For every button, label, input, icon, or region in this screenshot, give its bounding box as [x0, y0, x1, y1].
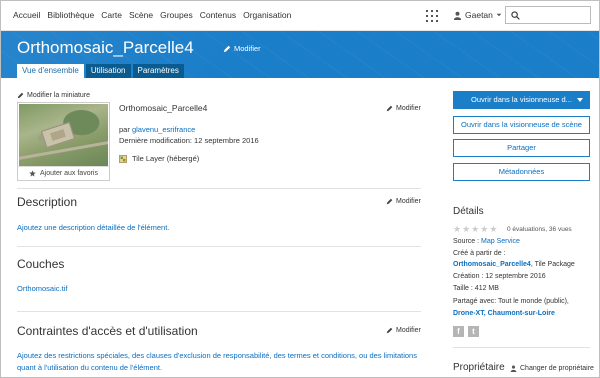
- chevron-down-icon: [496, 13, 502, 17]
- shared-line: Partagé avec: Tout le monde (public),: [453, 297, 569, 307]
- size-value: 412 MB: [474, 285, 499, 292]
- star-icon[interactable]: ★: [489, 225, 497, 234]
- user-icon: [510, 365, 517, 372]
- creation-date: Création : 12 septembre 2016: [453, 273, 546, 280]
- caret-down-icon: [577, 98, 583, 102]
- rating-stars[interactable]: ★ ★ ★ ★ ★: [453, 225, 497, 234]
- summary-title: Orthomosaic_Parcelle4: [119, 103, 208, 113]
- search-icon: [511, 11, 520, 20]
- nav-links: Accueil Bibliothèque Carte Scène Groupes…: [13, 10, 291, 20]
- owner-heading: Propriétaire: [453, 362, 505, 373]
- open-in-viewer-button[interactable]: Ouvrir dans la visionneuse d...: [453, 91, 590, 109]
- ratings-summary: 0 évaluations, 36 vues: [507, 226, 572, 233]
- star-icon[interactable]: ★: [462, 225, 470, 234]
- add-favorite-button[interactable]: Ajouter aux favoris: [18, 166, 109, 180]
- tile-layer-icon: [119, 154, 127, 163]
- details-heading: Détails: [453, 206, 484, 217]
- pencil-icon: [386, 105, 393, 112]
- add-constraints-link[interactable]: Ajoutez des restrictions spéciales, des …: [17, 350, 421, 374]
- star-icon[interactable]: ★: [453, 225, 461, 234]
- nav-link-organisation[interactable]: Organisation: [243, 10, 291, 20]
- star-icon[interactable]: ★: [480, 225, 488, 234]
- twitter-icon[interactable]: t: [468, 326, 479, 337]
- constraints-heading: Contraintes d'accès et d'utilisation: [17, 324, 198, 338]
- last-modified: Dernière modification: 12 septembre 2016: [119, 136, 259, 145]
- pencil-icon: [386, 327, 393, 334]
- search-input[interactable]: [505, 6, 591, 24]
- tab-overview[interactable]: Vue d'ensemble: [17, 64, 84, 78]
- source-label: Source :: [453, 238, 480, 245]
- item-title: Orthomosaic_Parcelle4: [17, 38, 194, 57]
- created-from-label: Créé à partir de :: [453, 250, 506, 257]
- thumbnail-image: [19, 104, 108, 166]
- star-icon[interactable]: ★: [471, 225, 479, 234]
- user-menu[interactable]: Gaetan: [453, 10, 502, 20]
- item-tabs: Vue d'ensemble Utilisation Paramètres: [17, 64, 184, 78]
- shared-label: Partagé avec:: [453, 298, 497, 305]
- pencil-icon: [17, 92, 24, 99]
- shared-groups-link[interactable]: Drone-XT, Chaumont-sur-Loire: [453, 310, 555, 317]
- star-icon: [29, 170, 36, 177]
- edit-title-label: Modifier: [234, 44, 261, 53]
- edit-description-label: Modifier: [396, 198, 421, 205]
- by-prefix: par: [119, 125, 130, 134]
- change-owner-button[interactable]: Changer de propriétaire: [510, 365, 594, 372]
- edit-description-button[interactable]: Modifier: [386, 198, 421, 205]
- metadata-button[interactable]: Métadonnées: [453, 163, 590, 181]
- facebook-icon[interactable]: f: [453, 326, 464, 337]
- owner-link[interactable]: glavenu_esrifrance: [132, 125, 195, 134]
- divider: [17, 188, 421, 189]
- divider: [453, 347, 590, 348]
- nav-link-scene[interactable]: Scène: [129, 10, 153, 20]
- apps-grid-icon[interactable]: [426, 10, 438, 22]
- nav-link-accueil[interactable]: Accueil: [13, 10, 40, 20]
- layers-heading: Couches: [17, 257, 65, 271]
- tab-usage[interactable]: Utilisation: [85, 64, 131, 78]
- open-in-viewer-label: Ouvrir dans la visionneuse d...: [471, 95, 572, 104]
- item-type-label: Tile Layer (hébergé): [132, 154, 200, 163]
- divider: [17, 246, 421, 247]
- nav-link-carte[interactable]: Carte: [101, 10, 122, 20]
- change-owner-label: Changer de propriétaire: [520, 365, 594, 372]
- share-button[interactable]: Partager: [453, 139, 590, 157]
- open-in-scene-viewer-button[interactable]: Ouvrir dans la visionneuse de scène: [453, 116, 590, 134]
- edit-summary-label: Modifier: [396, 105, 421, 112]
- edit-constraints-button[interactable]: Modifier: [386, 327, 421, 334]
- top-navigation: Accueil Bibliothèque Carte Scène Groupes…: [1, 1, 599, 31]
- layer-link[interactable]: Orthomosaic.tif: [17, 284, 67, 293]
- pencil-icon: [386, 198, 393, 205]
- owner-line: par glavenu_esrifrance: [119, 125, 195, 134]
- pencil-icon: [223, 45, 231, 52]
- source-line: Source : Map Service: [453, 237, 520, 247]
- shared-value: Tout le monde (public),: [498, 298, 569, 305]
- created-from-line: Orthomosaic_Parcelle4, Tile Package: [453, 260, 575, 270]
- item-header: Orthomosaic_Parcelle4 Modifier Vue d'ens…: [1, 31, 599, 78]
- nav-link-contenus[interactable]: Contenus: [200, 10, 236, 20]
- edit-thumbnail-button[interactable]: Modifier la miniature: [17, 92, 90, 99]
- created-from-link[interactable]: Orthomosaic_Parcelle4: [453, 261, 531, 268]
- source-link[interactable]: Map Service: [481, 238, 520, 245]
- page-frame: Accueil Bibliothèque Carte Scène Groupes…: [0, 0, 600, 378]
- edit-constraints-label: Modifier: [396, 327, 421, 334]
- user-icon: [453, 11, 462, 20]
- item-type: Tile Layer (hébergé): [119, 154, 199, 163]
- edit-thumbnail-label: Modifier la miniature: [27, 92, 91, 99]
- thumbnail-card: Ajouter aux favoris: [17, 102, 110, 181]
- add-description-link[interactable]: Ajoutez une description détaillée de l'é…: [17, 223, 169, 232]
- size-label: Taille :: [453, 285, 473, 292]
- nav-link-groupes[interactable]: Groupes: [160, 10, 193, 20]
- edit-title-button[interactable]: Modifier: [223, 44, 261, 53]
- nav-link-bibliotheque[interactable]: Bibliothèque: [47, 10, 94, 20]
- divider: [17, 311, 421, 312]
- social-share: f t: [453, 326, 479, 337]
- edit-summary-button[interactable]: Modifier: [386, 105, 421, 112]
- tab-settings[interactable]: Paramètres: [132, 64, 184, 78]
- add-favorite-label: Ajouter aux favoris: [40, 170, 98, 177]
- size-line: Taille : 412 MB: [453, 284, 499, 294]
- shared-groups-line: Drone-XT, Chaumont-sur-Loire: [453, 309, 555, 319]
- user-name: Gaetan: [465, 10, 493, 20]
- created-from-type: , Tile Package: [530, 261, 575, 268]
- description-heading: Description: [17, 195, 78, 209]
